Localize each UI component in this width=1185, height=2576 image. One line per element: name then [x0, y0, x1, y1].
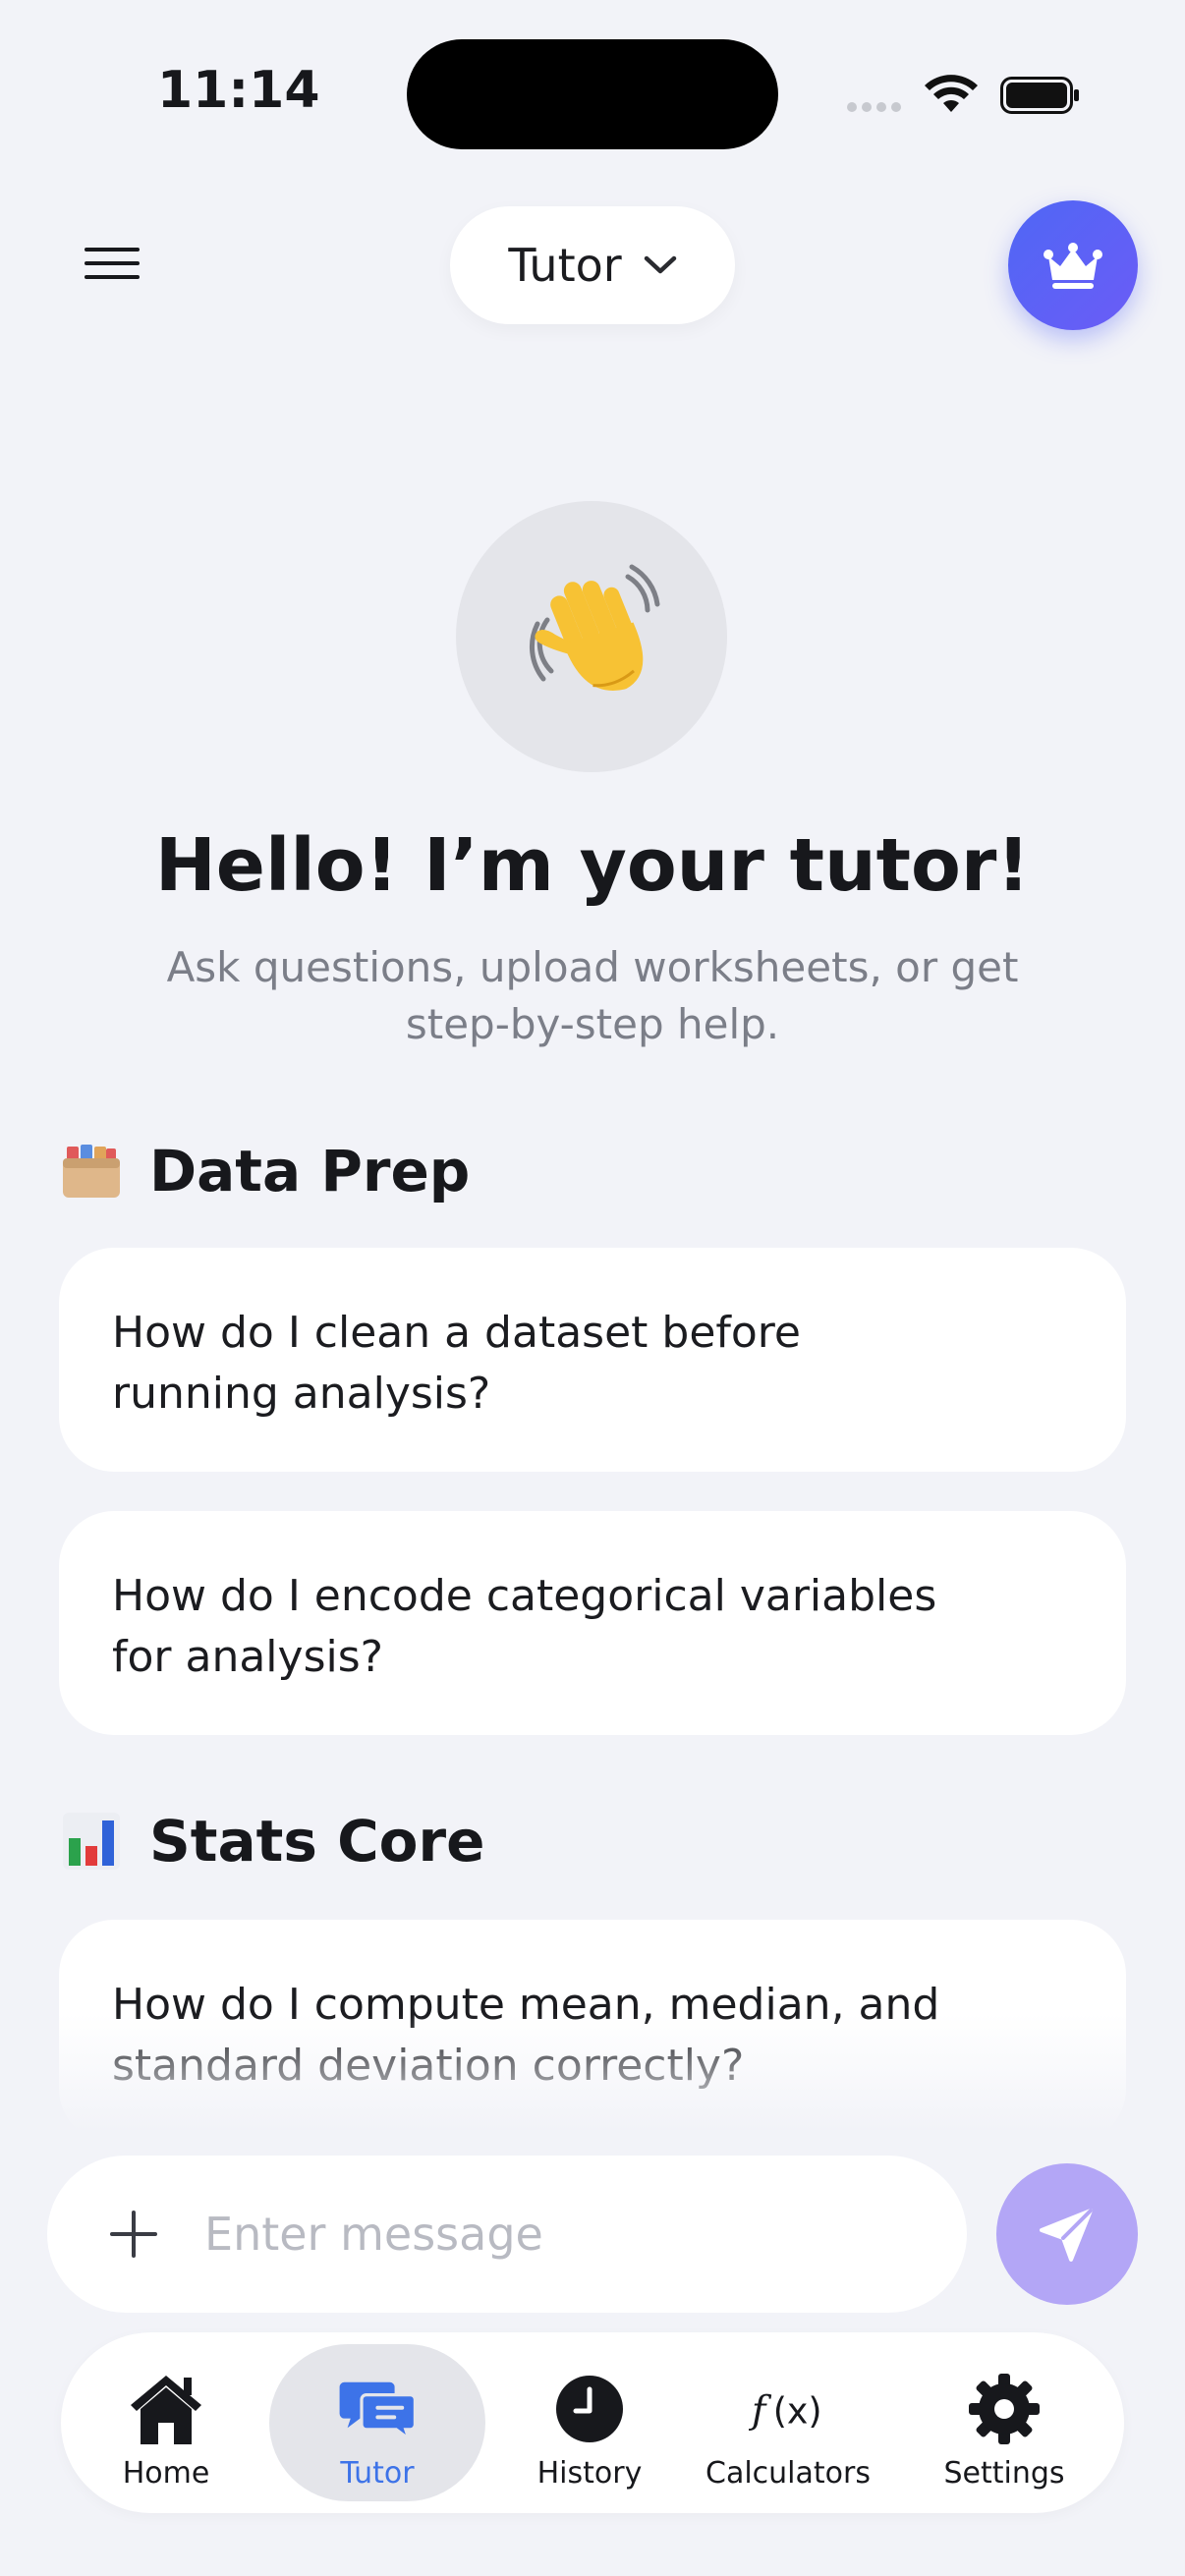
cellular-signal-icon: [847, 102, 901, 112]
suggested-prompt-card[interactable]: How do I clean a dataset before running …: [59, 1248, 1126, 1472]
tab-label: Calculators: [705, 2456, 871, 2491]
tab-bar: Home Tutor History ƒ (x) Calculators Set…: [61, 2332, 1124, 2513]
tab-label: Settings: [943, 2456, 1065, 2491]
plus-icon[interactable]: [108, 2209, 159, 2260]
card-file-box-icon: [63, 1145, 120, 1198]
message-input[interactable]: [204, 2195, 931, 2273]
section-title-label: Stats Core: [149, 1808, 485, 1875]
tab-home[interactable]: Home: [86, 2344, 246, 2501]
send-button[interactable]: [996, 2163, 1138, 2305]
waving-hand-avatar: [456, 501, 727, 772]
menu-icon[interactable]: [85, 248, 140, 283]
tab-settings[interactable]: Settings: [916, 2344, 1093, 2501]
dynamic-island: [407, 39, 778, 149]
status-bar: 11:14: [0, 0, 1185, 196]
model-selector-label: Tutor: [508, 239, 622, 292]
tab-calculators[interactable]: ƒ (x) Calculators: [692, 2344, 884, 2501]
section-title-label: Data Prep: [149, 1138, 471, 1204]
message-composer: [47, 2156, 967, 2313]
clock-icon: [556, 2376, 623, 2442]
suggested-prompt-text: How do I clean a dataset before running …: [112, 1308, 801, 1419]
section-title-data-prep: Data Prep: [61, 1138, 470, 1204]
tab-history[interactable]: History: [501, 2344, 678, 2501]
tab-label: History: [536, 2456, 643, 2491]
battery-icon: [1000, 77, 1079, 114]
chevron-down-icon: [644, 255, 676, 274]
hero-subtitle: Ask questions, upload worksheets, or get…: [166, 943, 1019, 1048]
svg-text:ƒ: ƒ: [749, 2389, 772, 2434]
section-title-stats-core: Stats Core: [61, 1808, 484, 1875]
chat-bubbles-icon: [339, 2381, 417, 2443]
waving-hand-icon: [529, 564, 660, 691]
crown-icon: [1044, 243, 1102, 289]
status-time: 11:14: [157, 61, 320, 120]
svg-text:(x): (x): [773, 2390, 822, 2433]
home-icon: [131, 2376, 201, 2444]
function-icon: ƒ (x): [749, 2389, 822, 2434]
bar-chart-icon: [63, 1813, 120, 1870]
tab-tutor[interactable]: Tutor: [269, 2344, 485, 2501]
tab-label: Tutor: [340, 2456, 415, 2491]
suggested-prompt-card[interactable]: How do I encode categorical variables fo…: [59, 1511, 1126, 1735]
hero-title: Hello! I’m your tutor!: [154, 823, 1031, 908]
model-selector[interactable]: Tutor: [450, 206, 735, 324]
send-icon: [1040, 2209, 1093, 2262]
premium-button[interactable]: [1008, 200, 1138, 330]
tab-label: Home: [122, 2456, 210, 2491]
gear-icon: [969, 2374, 1040, 2444]
suggested-prompt-text: How do I encode categorical variables fo…: [112, 1571, 937, 1682]
wifi-icon: [925, 75, 978, 112]
scroll-fade: [0, 2014, 1185, 2132]
